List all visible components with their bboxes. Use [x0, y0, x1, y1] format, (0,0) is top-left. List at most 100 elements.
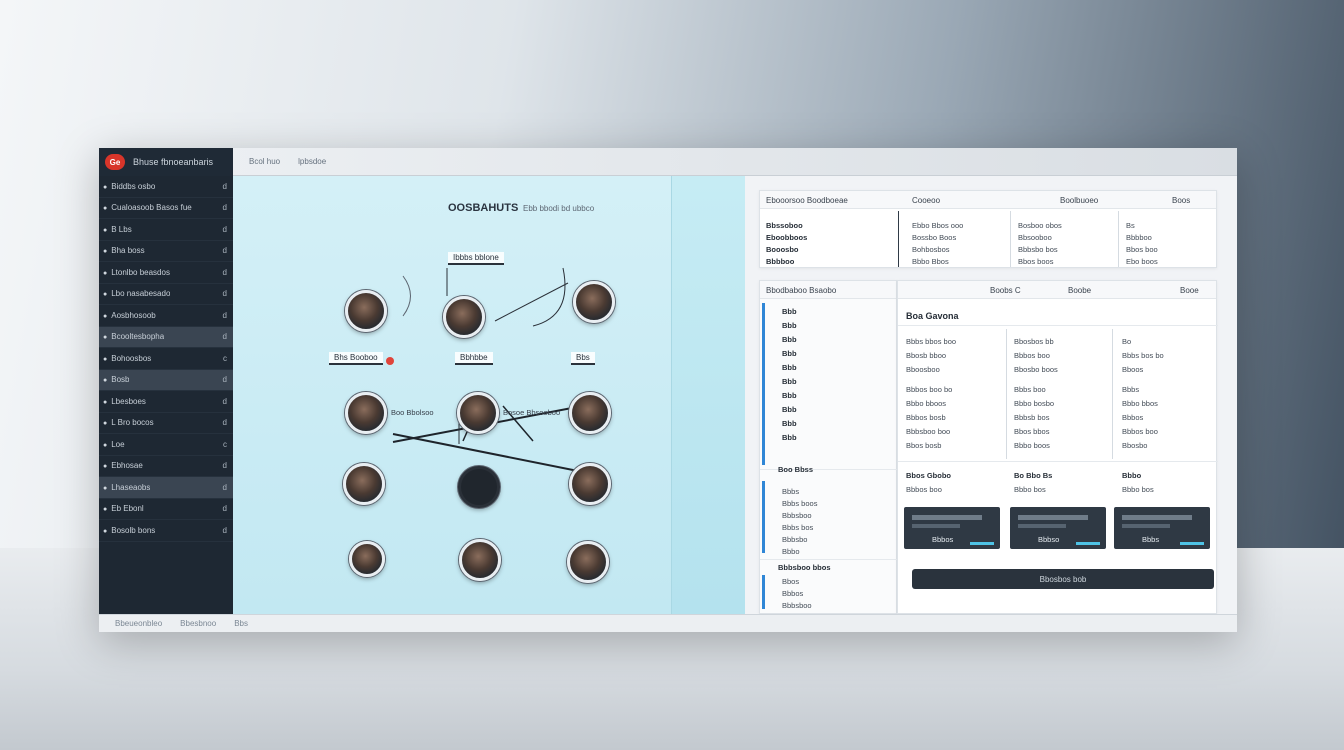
table-cell: Bbbs bbos boo [906, 337, 957, 346]
list-item[interactable]: Bbb [782, 335, 797, 344]
table-cell: Bbos bosb [906, 441, 942, 450]
sidebar-item[interactable]: ● L Bro bocos d [99, 413, 233, 434]
menu-item-1[interactable]: Bcol huo [249, 157, 280, 166]
list-item[interactable]: Bbb [782, 321, 797, 330]
sidebar-item[interactable]: ● B Lbs d [99, 219, 233, 241]
app-logo-icon: Ge [105, 154, 125, 170]
list-item[interactable]: Bbb [782, 391, 797, 400]
table-cell: Bbbos boo [1122, 427, 1158, 436]
sidebar-item[interactable]: ● Cualoasoob Basos fue d [99, 198, 233, 219]
list-item[interactable]: Bbb [782, 363, 797, 372]
list-item[interactable]: Bbbos [782, 589, 803, 598]
bullet-icon: ● [103, 420, 108, 428]
graph-node-dark[interactable] [458, 466, 500, 508]
chevron-icon: d [222, 224, 227, 234]
top-node-label: Ibbbs bblone [448, 252, 504, 265]
graph-node[interactable] [459, 539, 501, 581]
list-item[interactable]: Bbb [782, 349, 797, 358]
sidebar-item-label: Lbesboes [111, 396, 146, 406]
graph-node[interactable] [345, 392, 387, 434]
list-item[interactable]: Bbb [782, 419, 797, 428]
divider [760, 559, 898, 560]
list-item[interactable]: Bbb [782, 405, 797, 414]
sidebar-item-label: Lhaseaobs [111, 482, 151, 492]
top-menu: Bcol huo lpbsdoe [249, 157, 326, 166]
sidebar-item-label: B Lbs [111, 224, 132, 234]
tile-line [1122, 515, 1192, 520]
sidebar-item[interactable]: ● Bohoosbos c [99, 348, 233, 370]
graph-node[interactable] [569, 392, 611, 434]
bullet-icon: ● [103, 269, 108, 277]
alert-badge-icon [386, 357, 394, 365]
primary-action-button[interactable]: Bbosbos bob [912, 569, 1214, 589]
list-item[interactable]: Bbbs boos [782, 499, 817, 508]
table-cell: Bbbo bosbo [1014, 399, 1055, 408]
table-cell: Bbosbo [1122, 441, 1148, 450]
list-item[interactable]: Bbb [782, 377, 797, 386]
menu-item-2[interactable]: lpbsdoe [298, 157, 326, 166]
table-cell: Bbbboo [1126, 233, 1152, 242]
graph-canvas[interactable]: OOSBAHUTS Ebb bbodi bd ubbco Ibbbs bblon… [233, 176, 785, 614]
preview-tile[interactable]: Bbbos [904, 507, 1000, 549]
sidebar-item[interactable]: ● Aosbhosoob d [99, 305, 233, 327]
graph-node[interactable] [443, 296, 485, 338]
list-header: Bbodbaboo Bsaobo [760, 281, 896, 299]
sidebar-item-active[interactable]: ● Bcooltesbopha d [99, 326, 233, 348]
col-header: Cooeoo [912, 196, 941, 205]
chevron-icon: c [223, 439, 227, 449]
preview-tile[interactable]: Bbbs [1114, 507, 1210, 549]
table-cell: Eboobboos [766, 233, 808, 242]
sidebar-item[interactable]: ● Ltonlbo beasdos d [99, 262, 233, 284]
table-cell: Ebbo Bbos ooo [912, 221, 964, 230]
sidebar-item[interactable]: ● Loe c [99, 434, 233, 456]
sidebar-item-highlight[interactable]: ● Lhaseaobs d [99, 477, 233, 499]
sidebar-item[interactable]: ● Bosolb bons d [99, 520, 233, 542]
list-title: Bbodbaboo Bsaobo [766, 286, 837, 295]
list-item[interactable]: Bbos [782, 577, 799, 586]
table-cell: Bbos boos [1018, 257, 1054, 266]
tile-line [1018, 524, 1066, 528]
scroll-indicator[interactable] [762, 575, 765, 609]
chevron-icon: d [222, 482, 227, 492]
sidebar-item[interactable]: ● Ebhosae d [99, 456, 233, 477]
table-cell: Bbos boo [1126, 245, 1158, 254]
sidebar-item[interactable]: ● Biddbs osbo d [99, 176, 233, 198]
list-item[interactable]: Bbbsboo [782, 511, 812, 520]
graph-node[interactable] [349, 541, 385, 577]
sidebar-item-label: Bohoosbos [111, 353, 152, 363]
bullet-icon: ● [103, 248, 108, 256]
graph-node[interactable] [567, 541, 609, 583]
preview-tile[interactable]: Bbbso [1010, 507, 1106, 549]
list-item[interactable]: Bbbo [782, 547, 800, 556]
sidebar-item[interactable]: ● Bha boss d [99, 241, 233, 262]
graph-node[interactable] [343, 463, 385, 505]
table-cell: Bossbo Boos [912, 233, 957, 242]
graph-node[interactable] [457, 392, 499, 434]
sidebar-item[interactable]: ● Lbo nasabesado d [99, 284, 233, 305]
sidebar-item-label: Biddbs osbo [111, 181, 156, 191]
sidebar-item[interactable]: ● Eb Ebonl d [99, 499, 233, 520]
graph-node[interactable] [345, 290, 387, 332]
table-cell: Ebo boos [1126, 257, 1158, 266]
app-window: Ge Bhuse fbnoeanbaris Bcol huo lpbsdoe ●… [99, 148, 1237, 632]
details-panel: Ebooorsoo Boodboeae Cooeoo Boolbuoeo Boo… [745, 176, 1237, 614]
list-item[interactable]: Bbb [782, 307, 797, 316]
list-item[interactable]: Bbb [782, 433, 797, 442]
chevron-icon: d [222, 418, 227, 428]
node-label: Bbhbbe [455, 352, 493, 365]
graph-node[interactable] [569, 463, 611, 505]
table-cell: Bbbsb bos [1014, 413, 1050, 422]
graph-node[interactable] [573, 281, 615, 323]
list-item[interactable]: Bbbsbo [782, 535, 807, 544]
scroll-indicator[interactable] [762, 481, 765, 553]
sidebar-item-selected[interactable]: ● Bosb d [99, 369, 233, 391]
edge [494, 282, 569, 322]
node-label: Bhs Booboo [329, 352, 383, 365]
list-item[interactable]: Bbbs [782, 487, 799, 496]
sidebar-item[interactable]: ● Lbesboes d [99, 391, 233, 413]
scroll-indicator[interactable] [762, 303, 765, 465]
list-item[interactable]: Bbbsboo [782, 601, 812, 610]
list-item[interactable]: Bbbs bos [782, 523, 813, 532]
bullet-icon: ● [103, 355, 108, 363]
table-cell: Bbbs boo [1014, 385, 1046, 394]
